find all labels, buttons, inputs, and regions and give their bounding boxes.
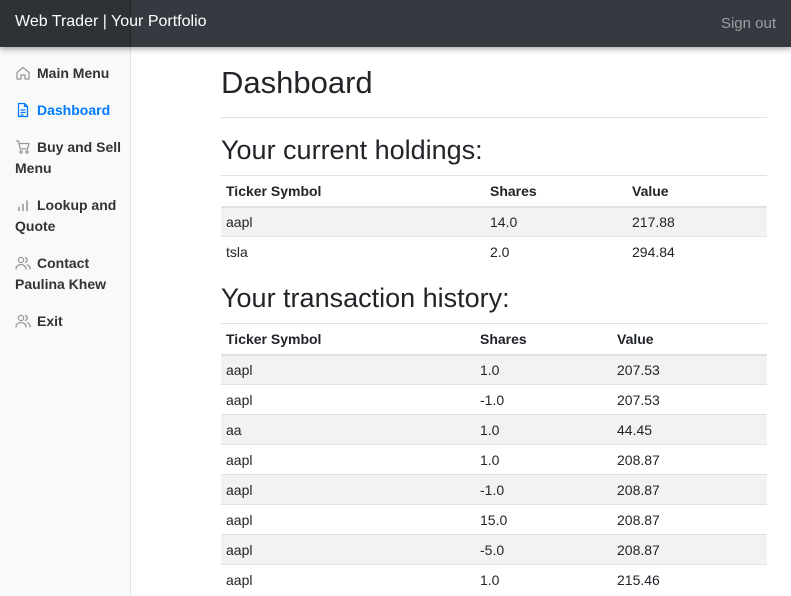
table-row: aapl 1.0 215.46 xyxy=(221,564,767,595)
cart-icon xyxy=(15,139,31,155)
column-header-value: Value xyxy=(612,323,767,356)
sidebar-item-exit[interactable]: Exit xyxy=(15,311,125,332)
table-row: aapl 1.0 208.87 xyxy=(221,444,767,475)
cell-value: 44.45 xyxy=(612,414,767,445)
table-header-row: Ticker Symbol Shares Value xyxy=(221,175,767,208)
sidebar-item-lookup-quote[interactable]: Lookup and Quote xyxy=(15,195,125,237)
cell-value: 207.53 xyxy=(612,354,767,385)
table-row: aapl -1.0 208.87 xyxy=(221,474,767,505)
brand-area: Web Trader | Your Portfolio xyxy=(0,0,207,47)
cell-ticker: aapl xyxy=(221,564,475,595)
table-row: aapl -5.0 208.87 xyxy=(221,534,767,565)
cell-ticker: aapl xyxy=(221,354,475,385)
sidebar-item-dashboard[interactable]: Dashboard xyxy=(15,100,125,121)
users-icon xyxy=(15,255,31,271)
page-title: Dashboard xyxy=(221,65,373,100)
cell-value: 294.84 xyxy=(627,236,767,267)
cell-shares: -1.0 xyxy=(475,384,612,415)
table-row: aapl -1.0 207.53 xyxy=(221,384,767,415)
table-header-row: Ticker Symbol Shares Value xyxy=(221,323,767,356)
history-table: Ticker Symbol Shares Value aapl 1.0 207.… xyxy=(221,323,767,595)
cell-shares: 14.0 xyxy=(485,206,627,237)
sidebar: Main Menu Dashboard Buy and Sell Menu Lo… xyxy=(0,47,131,596)
history-heading: Your transaction history: xyxy=(221,283,510,313)
sidebar-item-contact[interactable]: Contact Paulina Khew xyxy=(15,253,125,295)
cell-ticker: aapl xyxy=(221,444,475,475)
file-icon xyxy=(15,102,31,118)
home-icon xyxy=(15,65,31,81)
cell-shares: -5.0 xyxy=(475,534,612,565)
users-icon xyxy=(15,313,31,329)
cell-value: 208.87 xyxy=(612,504,767,535)
sidebar-item-label: Exit xyxy=(37,313,63,329)
sign-out-link[interactable]: Sign out xyxy=(721,15,776,32)
title-divider xyxy=(221,117,767,118)
table-row: aapl 1.0 207.53 xyxy=(221,354,767,385)
column-header-ticker: Ticker Symbol xyxy=(221,175,485,208)
cell-ticker: aapl xyxy=(221,206,485,237)
column-header-value: Value xyxy=(627,175,767,208)
cell-ticker: aa xyxy=(221,414,475,445)
holdings-table: Ticker Symbol Shares Value aapl 14.0 217… xyxy=(221,175,767,267)
table-row: aa 1.0 44.45 xyxy=(221,414,767,445)
bar-chart-icon xyxy=(15,197,31,213)
cell-value: 208.87 xyxy=(612,534,767,565)
cell-shares: 1.0 xyxy=(475,444,612,475)
column-header-ticker: Ticker Symbol xyxy=(221,323,475,356)
cell-ticker: tsla xyxy=(221,236,485,267)
holdings-heading: Your current holdings: xyxy=(221,135,483,165)
cell-value: 208.87 xyxy=(612,444,767,475)
cell-shares: 1.0 xyxy=(475,414,612,445)
cell-shares: 15.0 xyxy=(475,504,612,535)
sidebar-item-label: Main Menu xyxy=(37,65,110,81)
cell-value: 215.46 xyxy=(612,564,767,595)
cell-shares: 2.0 xyxy=(485,236,627,267)
cell-ticker: aapl xyxy=(221,474,475,505)
table-row: tsla 2.0 294.84 xyxy=(221,236,767,267)
cell-value: 207.53 xyxy=(612,384,767,415)
cell-ticker: aapl xyxy=(221,384,475,415)
cell-value: 208.87 xyxy=(612,474,767,505)
cell-ticker: aapl xyxy=(221,504,475,535)
cell-shares: 1.0 xyxy=(475,354,612,385)
column-header-shares: Shares xyxy=(475,323,612,356)
table-row: aapl 14.0 217.88 xyxy=(221,206,767,237)
sidebar-item-label: Dashboard xyxy=(37,102,111,118)
sidebar-item-main-menu[interactable]: Main Menu xyxy=(15,63,125,84)
cell-ticker: aapl xyxy=(221,534,475,565)
column-header-shares: Shares xyxy=(485,175,627,208)
top-navbar: Web Trader | Your Portfolio Sign out xyxy=(0,0,791,47)
cell-shares: -1.0 xyxy=(475,474,612,505)
cell-shares: 1.0 xyxy=(475,564,612,595)
brand-title[interactable]: Web Trader | Your Portfolio xyxy=(15,13,207,31)
sidebar-item-buy-sell[interactable]: Buy and Sell Menu xyxy=(15,137,125,179)
table-row: aapl 15.0 208.87 xyxy=(221,504,767,535)
cell-value: 217.88 xyxy=(627,206,767,237)
